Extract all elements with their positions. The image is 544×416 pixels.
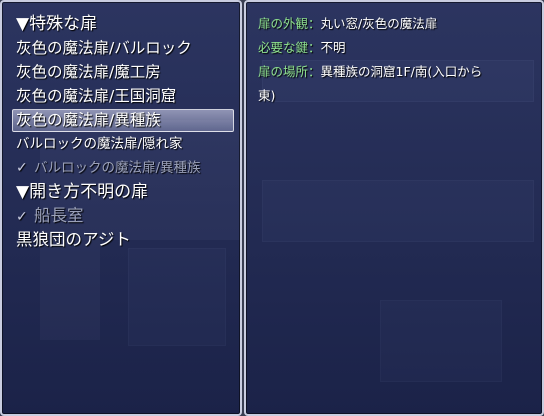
check-icon: ✓ [16,160,28,176]
door-list-item[interactable]: 黒狼団のアジト [16,228,236,252]
category-header[interactable]: ▼開き方不明の扉 [16,180,236,204]
door-list-item[interactable]: 灰色の魔法扉/異種族 [12,108,236,132]
door-list-item-label: バルロックの魔法扉/異種族 [34,160,201,176]
door-list-item[interactable]: ✓ バルロックの魔法扉/異種族 [16,156,236,180]
door-detail-window: 扉の外観：丸い窓/灰色の魔法扉 必要な鍵：不明 扉の場所：異種族の洞窟1F/南(… [244,0,544,416]
category-header[interactable]: ▼特殊な扉 [16,12,236,36]
door-list-item-label: 灰色の魔法扉/異種族 [16,111,161,129]
location-row: 扉の場所：異種族の洞窟1F/南(入口から 東) [258,60,538,108]
required-key-value: 不明 [320,40,346,55]
required-key-label: 必要な鍵： [258,40,321,55]
appearance-row: 扉の外観：丸い窓/灰色の魔法扉 [258,12,538,36]
door-list-item-label: 灰色の魔法扉/魔工房 [16,63,161,81]
door-list-item-label: 船長室 [34,206,84,225]
door-list-item[interactable]: ✓ 船長室 [16,204,236,228]
appearance-value: 丸い窓/灰色の魔法扉 [320,16,438,31]
location-label: 扉の場所： [258,64,321,79]
door-list-item[interactable]: 灰色の魔法扉/王国洞窟 [16,84,236,108]
door-list-item-label: ▼特殊な扉 [16,14,98,34]
door-list-item[interactable]: バルロックの魔法扉/隠れ家 [16,132,236,156]
door-list-item[interactable]: 灰色の魔法扉/魔工房 [16,60,236,84]
door-list-item-label: ▼開き方不明の扉 [16,182,149,202]
door-list-item-label: 灰色の魔法扉/バルロック [16,39,192,57]
location-value: 異種族の洞窟1F/南(入口から [320,64,483,79]
door-list-item[interactable]: 灰色の魔法扉/バルロック [16,36,236,60]
door-details: 扉の外観：丸い窓/灰色の魔法扉 必要な鍵：不明 扉の場所：異種族の洞窟1F/南(… [258,12,538,108]
location-value-continued: 東) [258,88,276,103]
door-list-item-label: 黒狼団のアジト [16,230,131,249]
door-list-item-label: バルロックの魔法扉/隠れ家 [16,136,183,152]
appearance-label: 扉の外観： [258,16,321,31]
door-list: ▼特殊な扉灰色の魔法扉/バルロック 灰色の魔法扉/魔工房 灰色の魔法扉/王国洞窟 灰色… [12,12,236,252]
door-list-window: ▼特殊な扉灰色の魔法扉/バルロック 灰色の魔法扉/魔工房 灰色の魔法扉/王国洞窟 灰色… [0,0,242,416]
required-key-row: 必要な鍵：不明 [258,36,538,60]
check-icon: ✓ [16,209,28,225]
door-list-item-label: 灰色の魔法扉/王国洞窟 [16,87,177,105]
